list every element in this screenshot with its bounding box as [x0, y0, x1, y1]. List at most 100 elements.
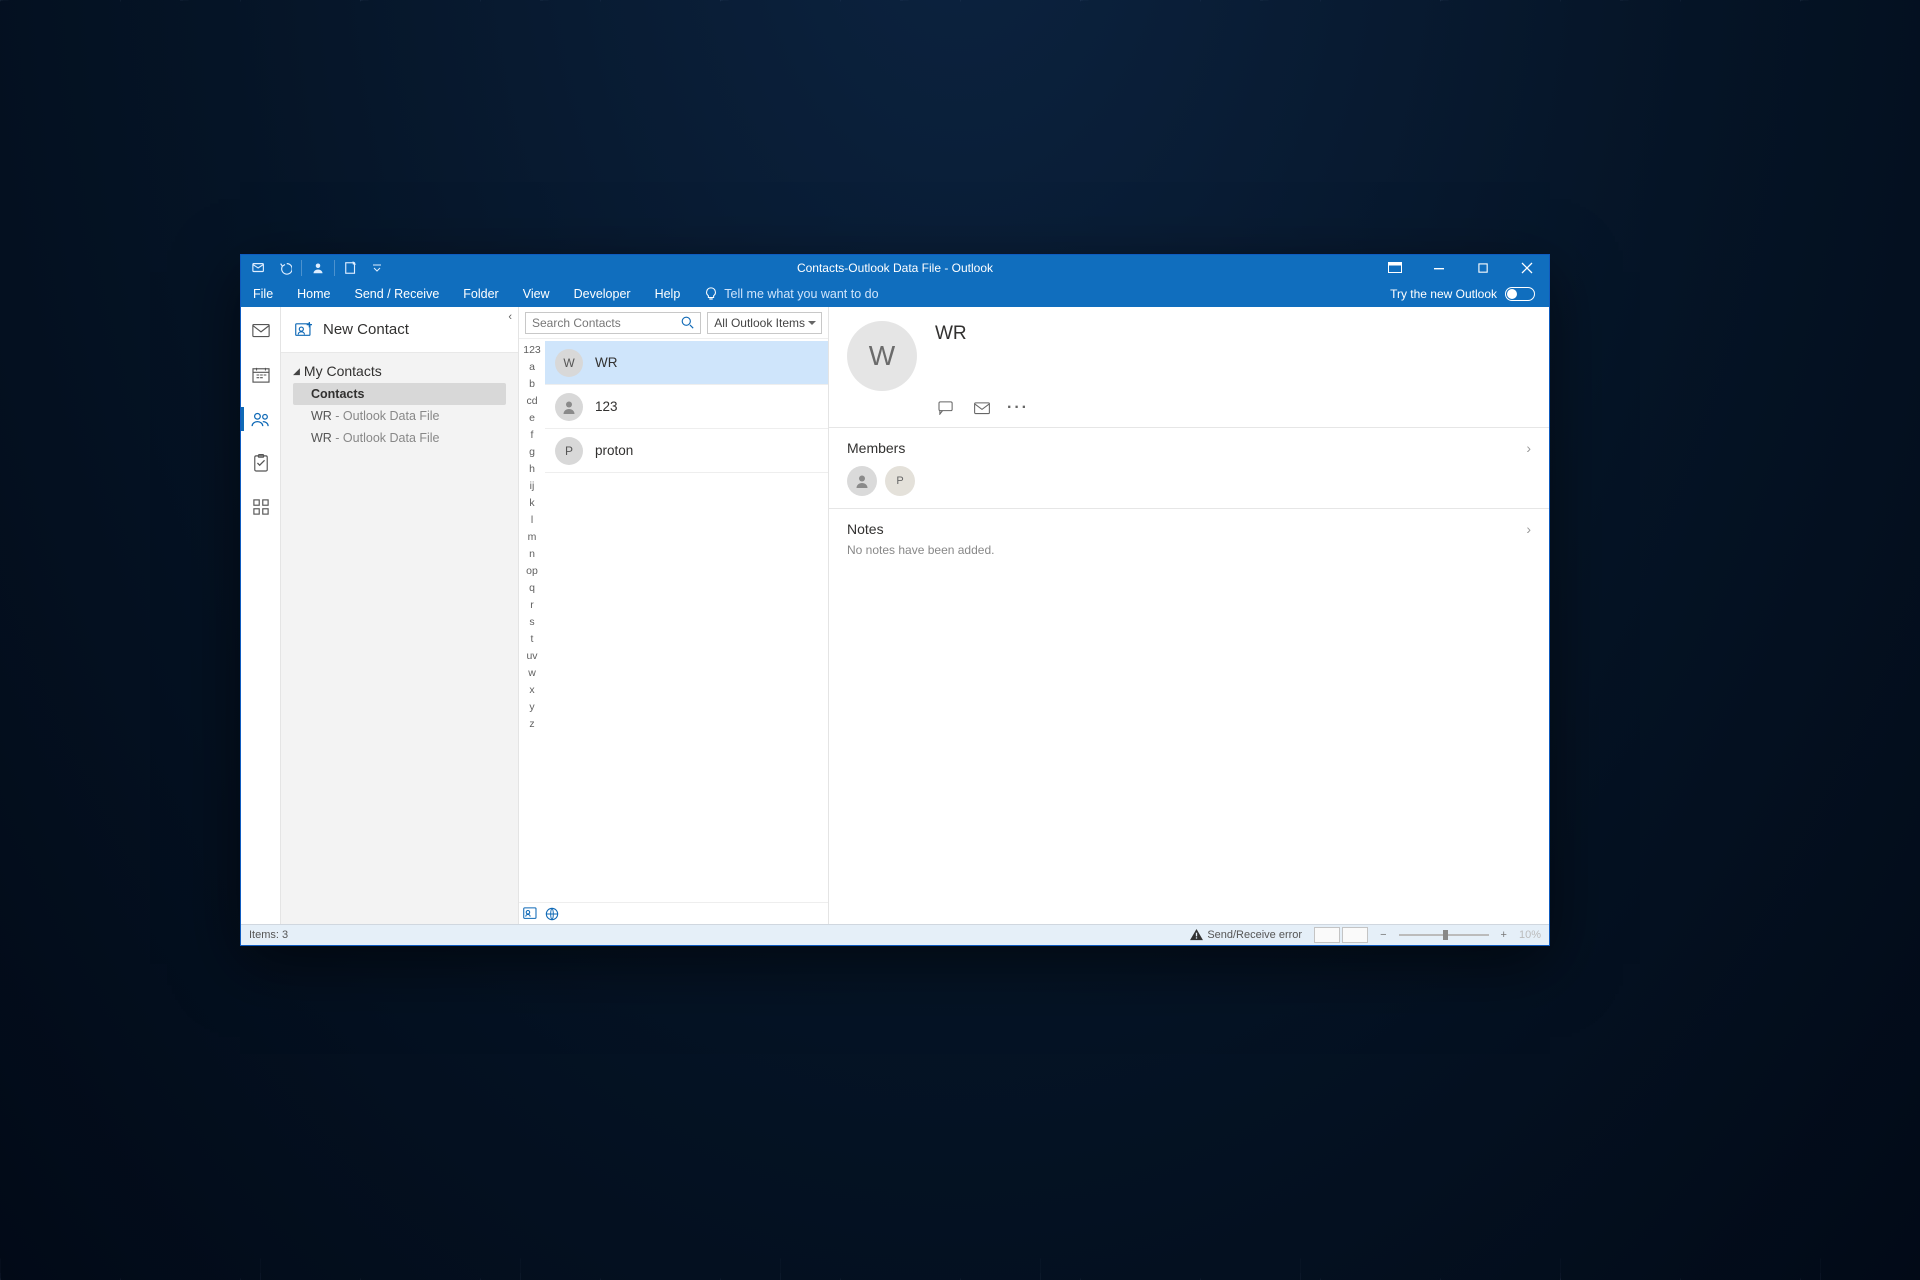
- menu-home[interactable]: Home: [285, 281, 342, 307]
- alpha-index-item[interactable]: x: [529, 683, 534, 697]
- close-button[interactable]: [1505, 255, 1549, 281]
- alpha-index-item[interactable]: a: [529, 360, 535, 374]
- contact-name: WR: [595, 355, 618, 370]
- rail-more[interactable]: [241, 491, 281, 523]
- menu-file[interactable]: File: [241, 281, 285, 307]
- contact-row[interactable]: W WR: [545, 341, 828, 385]
- alpha-index-item[interactable]: h: [529, 462, 535, 476]
- nav-item-contacts[interactable]: Contacts: [293, 383, 506, 405]
- qat-customize-icon[interactable]: [365, 257, 389, 279]
- alpha-index-item[interactable]: n: [529, 547, 535, 561]
- menu-view[interactable]: View: [511, 281, 562, 307]
- alpha-index-item[interactable]: g: [529, 445, 535, 459]
- minimize-button[interactable]: [1417, 255, 1461, 281]
- nav-item-suffix: - Outlook Data File: [332, 431, 440, 445]
- alpha-index: 123 a b cd e f g h ij k l m n op q r s: [519, 339, 545, 902]
- rail-people[interactable]: [241, 403, 281, 435]
- avatar: P: [555, 437, 583, 465]
- nav-group-header[interactable]: ◢ My Contacts: [293, 363, 506, 383]
- alpha-index-item[interactable]: l: [531, 513, 533, 527]
- toggle-switch-icon[interactable]: [1505, 287, 1535, 301]
- collapse-pane-icon[interactable]: ‹: [508, 311, 512, 323]
- contact-card-icon[interactable]: [523, 907, 539, 921]
- contacts-list: W WR 123 P proton: [545, 339, 828, 902]
- view-switcher: [1314, 927, 1368, 943]
- contact-row[interactable]: 123: [545, 385, 828, 429]
- rail-mail[interactable]: [241, 315, 281, 347]
- ribbon-display-options-icon[interactable]: [1373, 255, 1417, 281]
- new-contact-icon: [295, 322, 313, 338]
- alpha-index-item[interactable]: q: [529, 581, 535, 595]
- notes-header[interactable]: Notes ›: [847, 521, 1531, 537]
- menu-developer[interactable]: Developer: [562, 281, 643, 307]
- contact-title: WR: [935, 321, 967, 345]
- rail-calendar[interactable]: [241, 359, 281, 391]
- qat-undo-icon[interactable]: [273, 257, 297, 279]
- contact-actions: ···: [829, 397, 1549, 427]
- alpha-index-item[interactable]: uv: [526, 649, 537, 663]
- zoom-out-icon[interactable]: −: [1380, 929, 1386, 941]
- nav-item-wr-1[interactable]: WR - Outlook Data File: [293, 405, 506, 427]
- nav-item-wr-2[interactable]: WR - Outlook Data File: [293, 427, 506, 449]
- person-icon: [854, 473, 870, 489]
- search-contacts-input[interactable]: Search Contacts: [525, 312, 701, 334]
- avatar: W: [555, 349, 583, 377]
- contact-row[interactable]: P proton: [545, 429, 828, 473]
- nav-item-label: WR: [311, 409, 332, 423]
- menu-help[interactable]: Help: [643, 281, 693, 307]
- alpha-index-item[interactable]: cd: [526, 394, 537, 408]
- ribbon-tabs: File Home Send / Receive Folder View Dev…: [241, 281, 1549, 307]
- quick-access-toolbar: [241, 257, 389, 279]
- alpha-index-item[interactable]: m: [528, 530, 537, 544]
- member-chip[interactable]: P: [885, 466, 915, 496]
- list-toolbar: Search Contacts All Outlook Items: [519, 307, 828, 339]
- menu-folder[interactable]: Folder: [451, 281, 510, 307]
- qat-new-item-icon[interactable]: [339, 257, 363, 279]
- maximize-button[interactable]: [1461, 255, 1505, 281]
- alpha-index-item[interactable]: w: [528, 666, 536, 680]
- alpha-index-item[interactable]: op: [526, 564, 538, 578]
- alpha-index-item[interactable]: t: [531, 632, 534, 646]
- title-bar: Contacts-Outlook Data File - Outlook: [241, 255, 1549, 281]
- globe-icon[interactable]: [545, 907, 559, 921]
- window-title: Contacts-Outlook Data File - Outlook: [241, 261, 1549, 275]
- zoom-in-icon[interactable]: +: [1501, 929, 1507, 941]
- search-scope-dropdown[interactable]: All Outlook Items: [707, 312, 822, 334]
- alpha-index-item[interactable]: ij: [530, 479, 535, 493]
- new-contact-button[interactable]: New Contact: [281, 307, 518, 353]
- notes-section: Notes › No notes have been added.: [829, 508, 1549, 569]
- mail-icon: [252, 324, 270, 338]
- menu-send-receive[interactable]: Send / Receive: [343, 281, 452, 307]
- member-chip[interactable]: [847, 466, 877, 496]
- status-error[interactable]: Send/Receive error: [1190, 929, 1302, 941]
- chevron-right-icon: ›: [1526, 521, 1531, 537]
- chevron-right-icon: ›: [1526, 440, 1531, 456]
- calendar-icon: [252, 367, 270, 383]
- contacts-list-pane: Search Contacts All Outlook Items 123 a …: [519, 307, 829, 924]
- more-icon[interactable]: ···: [1009, 399, 1027, 417]
- alpha-index-item[interactable]: k: [529, 496, 534, 510]
- chat-icon[interactable]: [937, 399, 955, 417]
- zoom-slider[interactable]: [1399, 934, 1489, 936]
- qat-user-icon[interactable]: [306, 257, 330, 279]
- status-items-count: Items: 3: [249, 929, 288, 941]
- contact-header: W WR: [829, 307, 1549, 397]
- alpha-index-item[interactable]: r: [530, 598, 534, 612]
- alpha-index-item[interactable]: z: [529, 717, 534, 731]
- alpha-index-item[interactable]: s: [529, 615, 534, 629]
- tell-me-search[interactable]: Tell me what you want to do: [692, 281, 890, 307]
- alpha-index-item[interactable]: 123: [523, 343, 541, 357]
- mail-icon[interactable]: [973, 399, 991, 417]
- members-header[interactable]: Members ›: [847, 440, 1531, 456]
- view-reading-button[interactable]: [1342, 927, 1368, 943]
- alpha-index-item[interactable]: f: [531, 428, 534, 442]
- qat-send-receive-icon[interactable]: [247, 257, 271, 279]
- nav-item-label: WR: [311, 431, 332, 445]
- alpha-index-item[interactable]: b: [529, 377, 535, 391]
- alpha-index-item[interactable]: y: [529, 700, 534, 714]
- try-new-outlook[interactable]: Try the new Outlook: [1390, 281, 1549, 307]
- rail-tasks[interactable]: [241, 447, 281, 479]
- alpha-index-item[interactable]: e: [529, 411, 535, 425]
- outlook-window: Contacts-Outlook Data File - Outlook Fil…: [240, 254, 1550, 946]
- view-normal-button[interactable]: [1314, 927, 1340, 943]
